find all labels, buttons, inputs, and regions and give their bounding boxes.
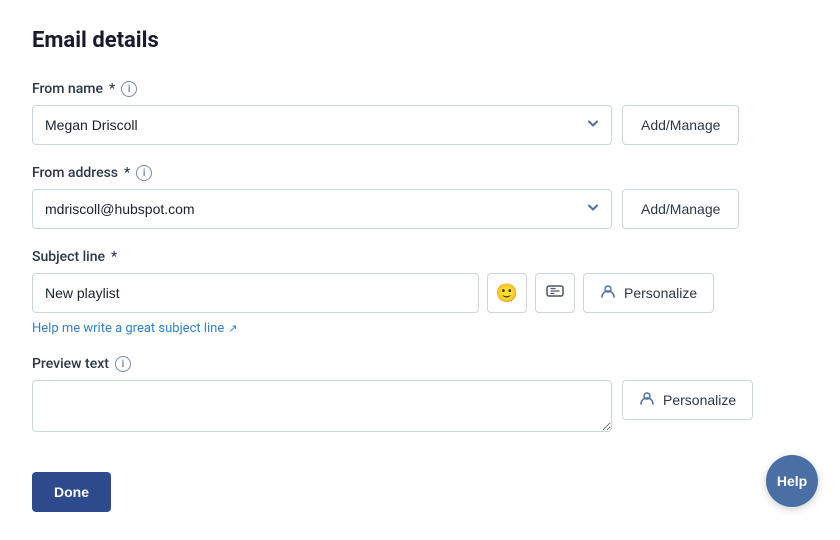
subject-line-input-row: 🙂 Personalize (32, 273, 808, 313)
preview-text-textarea[interactable] (32, 380, 612, 432)
subject-line-input[interactable] (32, 273, 479, 313)
preview-text-info-icon[interactable]: i (115, 356, 131, 372)
subject-personalize-label: Personalize (624, 285, 697, 301)
from-name-select[interactable]: Megan Driscoll (32, 105, 612, 145)
emoji-icon: 🙂 (496, 283, 518, 304)
preview-text-label: Preview text i (32, 356, 808, 372)
subject-line-group: Subject line * 🙂 (32, 249, 808, 336)
from-address-select-wrapper: mdriscoll@hubspot.com (32, 189, 612, 229)
from-name-group: From name * i Megan Driscoll Add/Manage (32, 81, 808, 145)
external-link-icon: ↗ (228, 322, 237, 335)
preview-personalize-label: Personalize (663, 392, 736, 408)
from-address-required: * (124, 165, 130, 181)
preview-text-label-text: Preview text (32, 356, 109, 372)
preview-personalize-icon (639, 391, 655, 410)
subject-line-required: * (111, 249, 117, 265)
from-name-select-wrapper: Megan Driscoll (32, 105, 612, 145)
preview-text-input-row: Personalize (32, 380, 808, 432)
tokens-icon (546, 282, 564, 305)
from-address-select[interactable]: mdriscoll@hubspot.com (32, 189, 612, 229)
preview-personalize-button[interactable]: Personalize (622, 380, 753, 420)
from-address-info-icon[interactable]: i (136, 165, 152, 181)
from-address-label: From address * i (32, 165, 808, 181)
from-address-input-row: mdriscoll@hubspot.com Add/Manage (32, 189, 808, 229)
from-name-label-text: From name (32, 81, 103, 97)
help-write-link[interactable]: Help me write a great subject line ↗ (32, 321, 237, 336)
from-name-info-icon[interactable]: i (121, 81, 137, 97)
from-name-input-row: Megan Driscoll Add/Manage (32, 105, 808, 145)
from-name-required: * (109, 81, 115, 97)
from-address-label-text: From address (32, 165, 118, 181)
subject-personalize-button[interactable]: Personalize (583, 273, 714, 313)
from-name-add-manage-button[interactable]: Add/Manage (622, 105, 739, 145)
from-address-group: From address * i mdriscoll@hubspot.com A… (32, 165, 808, 229)
subject-line-label-text: Subject line (32, 249, 105, 265)
emoji-button[interactable]: 🙂 (487, 273, 527, 313)
help-write-link-text: Help me write a great subject line (32, 321, 224, 336)
tokens-button[interactable] (535, 273, 575, 313)
subject-personalize-icon (600, 284, 616, 303)
page-title: Email details (32, 28, 808, 53)
help-fab-button[interactable]: Help (766, 455, 818, 507)
preview-text-group: Preview text i Personalize (32, 356, 808, 432)
from-name-label: From name * i (32, 81, 808, 97)
subject-line-label: Subject line * (32, 249, 808, 265)
done-button[interactable]: Done (32, 472, 111, 512)
from-address-add-manage-button[interactable]: Add/Manage (622, 189, 739, 229)
